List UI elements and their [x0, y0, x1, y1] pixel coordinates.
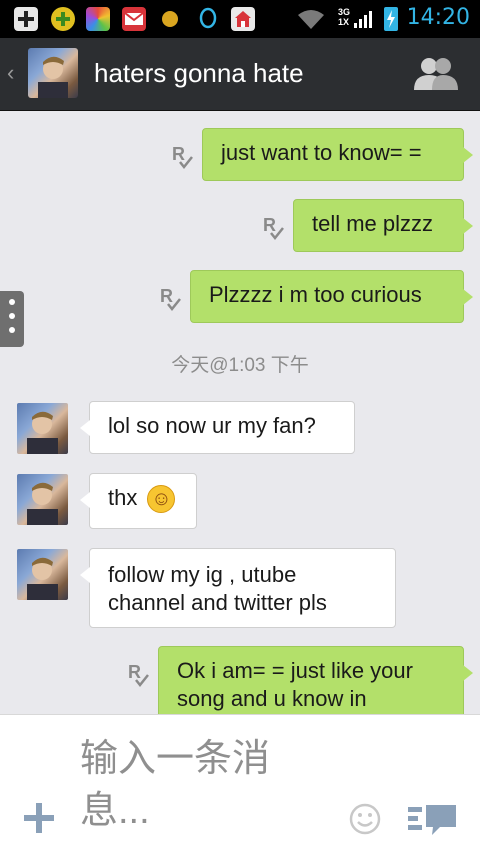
battery-charging-icon	[384, 7, 398, 31]
add-icon	[14, 7, 38, 31]
message-bubble-outgoing[interactable]: Ok i am= = just like your song and u kno…	[158, 646, 473, 714]
message-text-line: channel and twitter pls	[108, 590, 327, 615]
add-attachment-button[interactable]	[22, 801, 56, 835]
emoji-button[interactable]	[348, 802, 382, 841]
message-bubble-outgoing[interactable]: tell me plzzz	[293, 199, 473, 252]
message-text: just want to know= =	[221, 140, 422, 165]
network-type-label: 3G 1X	[338, 7, 351, 27]
side-drawer-handle[interactable]	[0, 291, 24, 347]
message-text: tell me plzzz	[312, 211, 434, 236]
message-input[interactable]: 输入一条消 息...	[80, 733, 330, 843]
home-icon	[231, 7, 255, 31]
avatar[interactable]	[17, 474, 68, 525]
wifi-icon	[296, 7, 326, 31]
message-bubble-incoming[interactable]: follow my ig , utube channel and twitter…	[80, 548, 396, 628]
page-title: haters gonna hate	[94, 58, 304, 88]
smiley-icon	[349, 803, 381, 835]
message-text: lol so now ur my fan?	[108, 413, 316, 438]
timestamp: 今天@1:03 下午	[171, 355, 309, 376]
message-bubble-outgoing[interactable]: Plzzzz i m too curious	[190, 270, 473, 323]
chat-area[interactable]: R just want to know= = R tell me plzzz R…	[0, 111, 480, 714]
status-bar: 3G 1X 14:20	[0, 0, 480, 38]
read-receipt-icon: R	[172, 144, 193, 169]
read-receipt-icon: R	[263, 215, 284, 240]
message-text: Plzzzz i m too curious	[209, 282, 422, 307]
message-input-bar: 输入一条消 息...	[0, 714, 480, 855]
game-icon	[51, 7, 75, 31]
mail-icon	[122, 7, 146, 31]
message-bubble-incoming[interactable]: thx ☺	[80, 473, 197, 529]
message-text-line: Ok i am= = just like your	[177, 658, 413, 683]
message-bubble-outgoing[interactable]: just want to know= =	[202, 128, 473, 181]
coin-icon	[162, 11, 178, 27]
message-text: thx	[108, 485, 138, 510]
read-receipt-icon: R	[160, 286, 181, 311]
contacts-icon[interactable]	[414, 56, 458, 97]
read-receipt-icon: R	[128, 662, 149, 687]
more-options-button[interactable]	[406, 803, 458, 842]
svg-text:R: R	[160, 286, 173, 306]
avatar[interactable]	[17, 403, 68, 454]
title-bar: ‹ haters gonna hate	[0, 38, 480, 111]
chat-menu-icon	[408, 805, 456, 835]
chevron-left-icon[interactable]: ‹	[7, 60, 14, 86]
signal-icon	[352, 7, 376, 31]
svg-text:R: R	[128, 662, 141, 682]
message-text-line: follow my ig , utube	[108, 562, 297, 587]
avatar[interactable]	[17, 549, 68, 600]
svg-text:R: R	[263, 215, 276, 235]
message-text-line: song and u know in	[177, 686, 367, 711]
photo-app-icon	[86, 7, 110, 31]
smile-emoji-icon: ☺	[147, 485, 176, 514]
qq-icon	[196, 7, 220, 31]
message-bubble-incoming[interactable]: lol so now ur my fan?	[80, 401, 355, 454]
avatar[interactable]	[28, 48, 78, 98]
svg-text:R: R	[172, 144, 185, 164]
clock: 14:20	[406, 5, 470, 30]
